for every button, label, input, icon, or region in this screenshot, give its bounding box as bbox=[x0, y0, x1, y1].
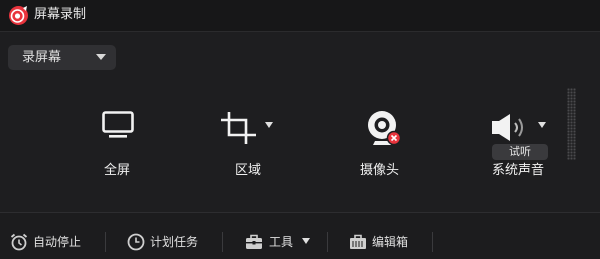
schedule-label: 计划任务 bbox=[150, 235, 199, 249]
clock-icon bbox=[127, 233, 145, 251]
audition-button[interactable]: 试听 bbox=[492, 144, 548, 160]
crop-icon bbox=[221, 112, 256, 144]
editor-button[interactable]: 编辑箱 bbox=[349, 233, 419, 251]
mode-select[interactable]: 录屏幕 bbox=[8, 45, 116, 70]
tools-button[interactable]: 工具 bbox=[245, 233, 315, 251]
toolbox-icon bbox=[246, 234, 262, 249]
fullscreen-option[interactable]: 全屏 bbox=[92, 100, 148, 190]
bottom-toolbar: 自动停止 计划任务 工具 编辑箱 bbox=[0, 212, 600, 259]
region-label: 区域 bbox=[235, 163, 262, 178]
monitor-icon bbox=[102, 111, 134, 138]
app-title: 屏幕录制 bbox=[34, 7, 87, 22]
camera-option[interactable]: 摄像头 bbox=[352, 100, 416, 190]
resize-grip[interactable] bbox=[567, 88, 576, 160]
fullscreen-label: 全屏 bbox=[104, 163, 131, 178]
divider bbox=[105, 232, 106, 252]
mode-select-value: 录屏幕 bbox=[22, 50, 62, 65]
title-bar: 屏幕录制 bbox=[0, 0, 600, 32]
alarm-icon bbox=[10, 233, 28, 251]
auto-stop-label: 自动停止 bbox=[33, 235, 82, 249]
camera-label: 摄像头 bbox=[360, 163, 400, 178]
audio-dropdown-icon[interactable] bbox=[538, 122, 546, 128]
region-option[interactable]: 区域 bbox=[215, 100, 285, 190]
chevron-down-icon bbox=[96, 54, 106, 60]
speaker-icon bbox=[492, 114, 523, 141]
divider bbox=[222, 232, 223, 252]
briefcase-icon bbox=[350, 234, 366, 249]
schedule-button[interactable]: 计划任务 bbox=[127, 233, 207, 251]
tools-dropdown-icon bbox=[302, 238, 310, 244]
divider bbox=[432, 232, 433, 252]
divider bbox=[327, 232, 328, 252]
auto-stop-button[interactable]: 自动停止 bbox=[10, 233, 90, 251]
region-dropdown-icon[interactable] bbox=[265, 122, 273, 128]
webcam-icon bbox=[368, 111, 402, 146]
system-audio-label: 系统声音 bbox=[492, 163, 545, 178]
tools-label: 工具 bbox=[269, 235, 294, 249]
editor-label: 编辑箱 bbox=[372, 235, 409, 249]
record-logo-icon bbox=[9, 6, 28, 25]
